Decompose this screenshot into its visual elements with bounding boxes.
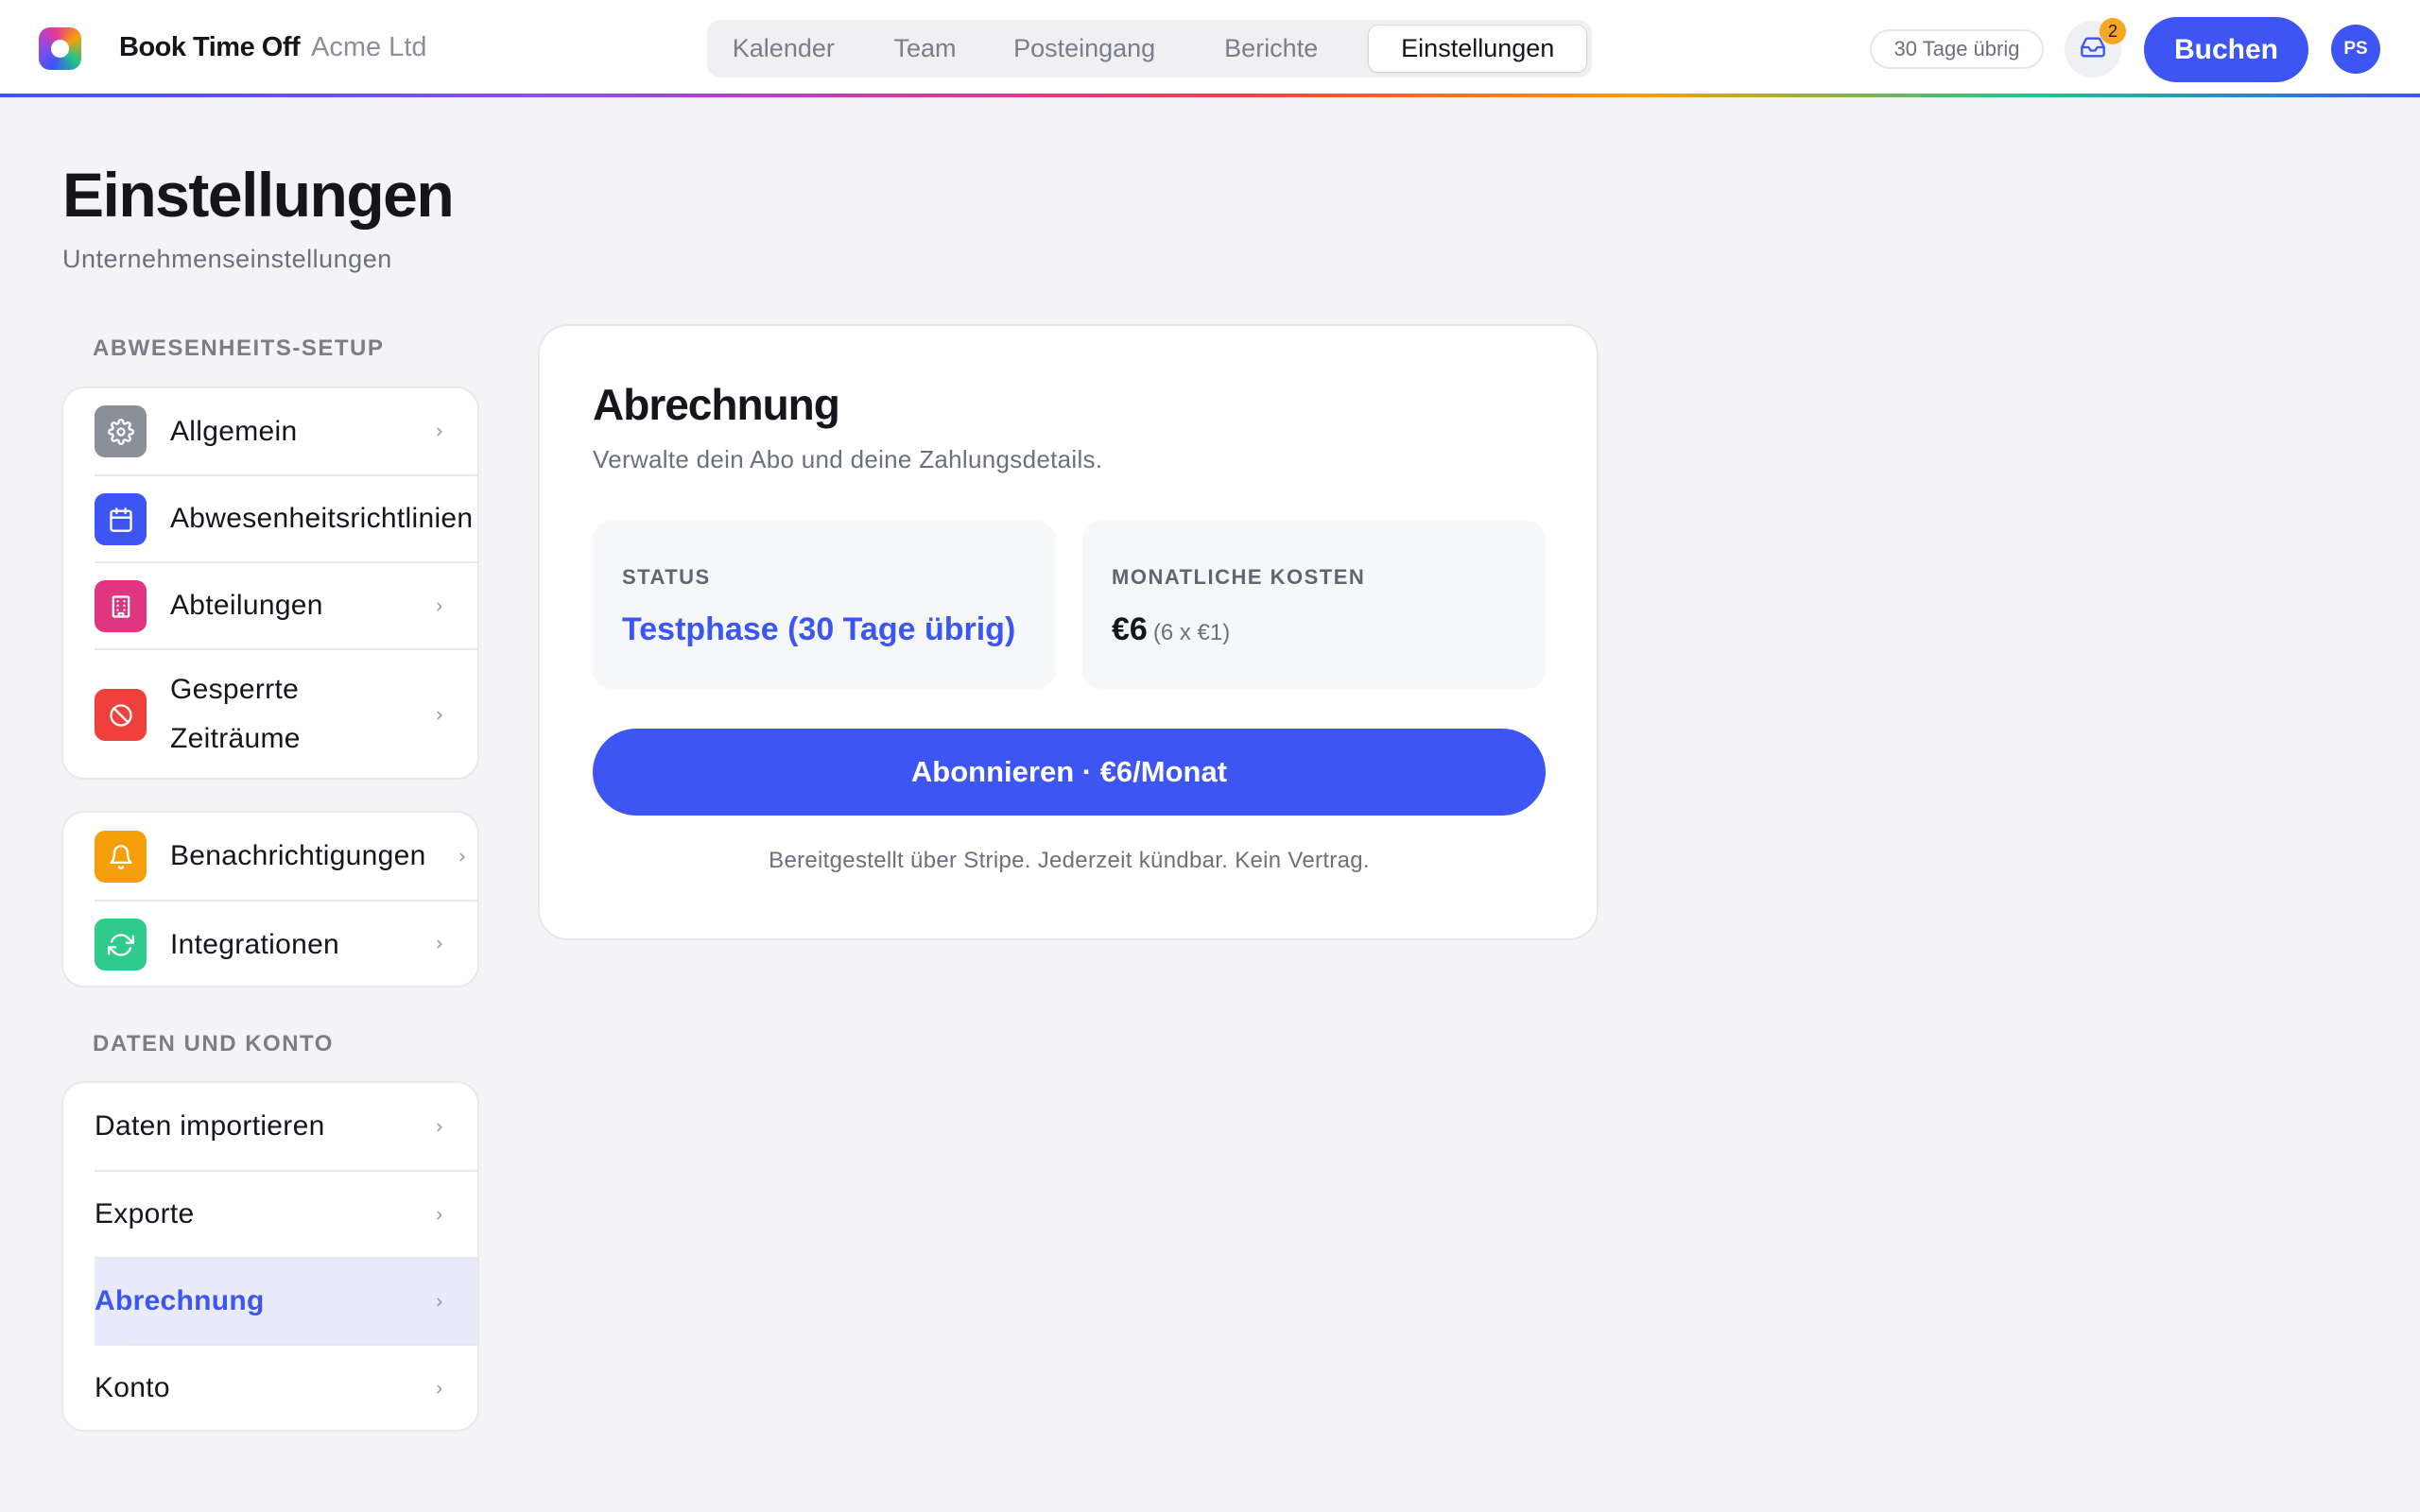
monthly-cost-box: MONATLICHE KOSTEN €6 (6 x €1) [1082,521,1546,689]
calendar-icon [95,493,147,545]
sidebar-item-abrechnung[interactable]: Abrechnung [95,1259,477,1346]
top-bar: Book Time Off Acme Ltd Kalender Team Pos… [0,0,2420,97]
section-label-data: DATEN UND KONTO [93,1031,334,1057]
sidebar-item-label: Gesperrte Zeiträume [170,674,301,754]
section-label-setup: ABWESENHEITS-SETUP [93,335,385,361]
chevron-right-icon [428,595,451,618]
company-name: Acme Ltd [311,32,427,62]
sidebar-item-benachrichtigungen[interactable]: Benachrichtigungen [63,813,477,902]
sidebar-item-allgemein[interactable]: Allgemein [63,388,477,476]
sidebar-item-label: Daten importieren [95,1110,325,1142]
sidebar-item-abwesenheitsrichtlinien[interactable]: Abwesenheitsrichtlinien [63,476,477,563]
app-logo-icon[interactable] [39,27,81,70]
tab-kalender[interactable]: Kalender [713,26,855,72]
tab-einstellungen[interactable]: Einstellungen [1369,26,1586,72]
page-subtitle: Unternehmenseinstellungen [62,245,392,273]
sidebar-item-label: Integrationen [170,929,340,960]
billing-title: Abrechnung [593,380,840,429]
chevron-right-icon [428,933,451,955]
status-label: STATUS [622,565,711,589]
sidebar-item-label: Abteilungen [170,590,323,621]
chevron-right-icon [428,421,451,443]
tab-posteingang[interactable]: Posteingang [995,26,1173,72]
chevron-right-icon [428,1291,451,1314]
brand-name: Book Time Off [119,32,301,62]
chevron-right-icon [451,846,474,868]
days-remaining-badge: 30 Tage übrig [1870,29,2044,69]
settings-group-data: Daten importieren Exporte Abrechnung Kon… [61,1081,479,1432]
sidebar-item-label: Konto [95,1372,170,1403]
sidebar-item-label: Allgemein [170,416,298,447]
bell-icon [95,831,147,883]
blocked-icon [95,689,147,741]
header-gradient-stripe [0,94,2420,97]
sidebar-item-konto[interactable]: Konto [63,1346,477,1430]
monthly-cost-label: MONATLICHE KOSTEN [1112,565,1366,589]
settings-group-setup: Allgemein Abwesenheitsrichtlinien Abteil… [61,387,479,780]
chevron-right-icon [428,1378,451,1400]
sidebar-item-label: Abwesenheitsrichtlinien [170,503,474,534]
monthly-cost-detail: (6 x €1) [1152,620,1231,645]
billing-subtitle: Verwalte dein Abo und deine Zahlungsdeta… [593,445,1103,473]
book-button[interactable]: Buchen [2144,17,2308,82]
status-box: STATUS Testphase (30 Tage übrig) [593,521,1056,689]
chevron-right-icon [428,704,451,727]
avatar[interactable]: PS [2331,25,2380,74]
sidebar-item-integrationen[interactable]: Integrationen [63,902,477,986]
sidebar-item-label: Benachrichtigungen [170,840,426,871]
sidebar-item-daten-importieren[interactable]: Daten importieren [63,1083,477,1172]
page-title: Einstellungen [62,160,455,230]
sidebar-item-exporte[interactable]: Exporte [63,1172,477,1259]
sidebar-item-abteilungen[interactable]: Abteilungen [63,563,477,650]
sync-icon [95,919,147,971]
monthly-cost-amount: €6 [1112,611,1148,647]
gear-icon [95,405,147,457]
settings-group-communication: Benachrichtigungen Integrationen [61,811,479,988]
inbox-count-badge: 2 [2100,18,2126,44]
main-nav: Kalender Team Posteingang Berichte Einst… [707,20,1592,77]
billing-footnote: Bereitgestellt über Stripe. Jederzeit kü… [769,848,1370,873]
monthly-cost-value: €6 (6 x €1) [1112,611,1230,648]
tab-team[interactable]: Team [855,26,996,72]
sidebar-item-gesperrte-zeitraeume[interactable]: Gesperrte Zeiträume [63,650,477,778]
status-value: Testphase (30 Tage übrig) [622,611,1016,647]
billing-card: Abrechnung Verwalte dein Abo und deine Z… [538,324,1599,940]
subscribe-button[interactable]: Abonnieren · €6/Monat [593,729,1546,816]
tab-berichte[interactable]: Berichte [1173,26,1370,72]
chevron-right-icon [428,1204,451,1227]
building-icon [95,580,147,632]
chevron-right-icon [428,1116,451,1139]
sidebar-item-label: Abrechnung [95,1285,265,1316]
sidebar-item-label: Exporte [95,1198,195,1229]
